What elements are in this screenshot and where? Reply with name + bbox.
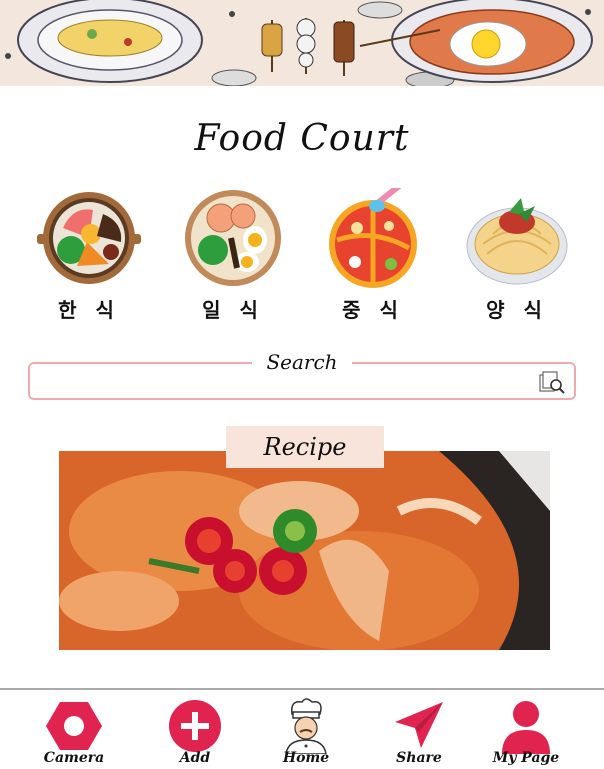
category-label: 일 식 [202,298,264,322]
nav-share[interactable]: Share [374,698,464,766]
nav-label: Add [179,750,211,766]
app-title: Food Court [194,118,410,159]
recipe-label: Recipe [226,426,384,468]
user-icon [502,701,550,754]
add-icon [169,700,221,752]
search-label: Search [252,350,352,374]
nav-label: Home [282,750,330,766]
nav-home[interactable]: Home [261,698,351,766]
category-korean[interactable]: 한 식 [34,188,144,323]
bottom-nav: Camera Add Home Share My Page [0,688,604,769]
share-icon [395,702,443,748]
nav-my-page[interactable]: My Page [481,698,571,766]
nav-add[interactable]: Add [150,698,240,766]
category-label: 한 식 [58,298,120,322]
category-label: 양 식 [486,298,548,322]
category-chinese[interactable]: 중 식 [318,188,428,323]
nav-camera[interactable]: Camera [29,698,119,766]
hotpot-icon [329,188,417,288]
ramen-icon [185,190,281,286]
nav-label: Camera [43,750,105,766]
recipe-image[interactable] [59,451,550,650]
spaghetti-icon [466,198,568,285]
category-label: 중 식 [342,298,404,322]
bibimbap-icon [37,192,141,284]
chef-icon [285,698,327,754]
nav-label: My Page [492,750,560,766]
category-japanese[interactable]: 일 식 [178,188,288,323]
nav-label: Share [396,750,442,766]
food-banner [0,0,604,86]
search-icon[interactable] [538,369,566,395]
camera-icon [46,702,102,750]
category-western[interactable]: 양 식 [462,188,572,323]
